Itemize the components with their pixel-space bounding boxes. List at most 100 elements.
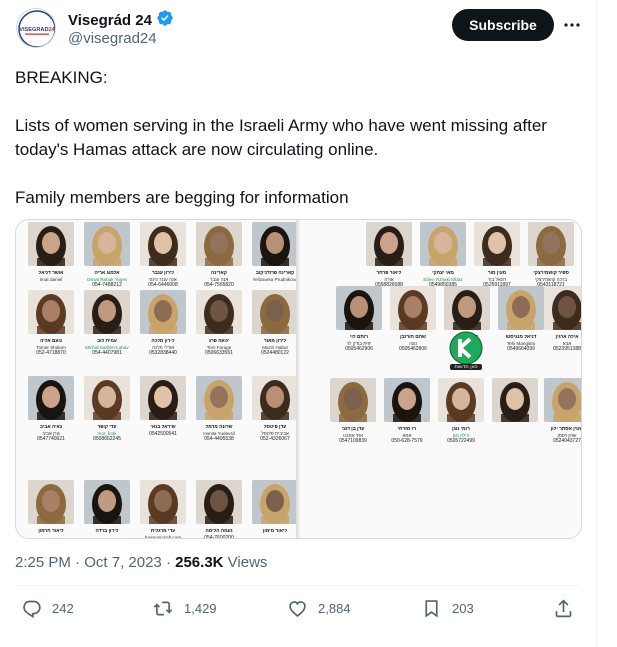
contact-phone: 054-7565820: [204, 282, 234, 288]
left-entry: ליאור מימון: [252, 480, 298, 535]
reply-icon: [23, 600, 41, 619]
share-icon: [555, 599, 572, 618]
watermark-logo: כאן חדשות: [448, 331, 484, 371]
portrait-photo: [420, 222, 466, 266]
left-entry: אושר דניאל rinat daniel: [28, 222, 74, 282]
contact-phone: 054-4495538: [204, 436, 234, 442]
left-entry: קארינה אנה ענבר 054-7565820: [196, 222, 242, 288]
tweet-image[interactable]: אושר דניאל rinat daniel אלמוג אריה Osnat Ra…: [15, 219, 582, 539]
contact-phone: 0505462806: [399, 346, 427, 352]
repost-icon: [153, 601, 173, 616]
person-name: ספיר קושמירצקי: [533, 271, 569, 276]
contact-phone: 0506633561: [205, 350, 233, 356]
right-entry: רותם לוי יפית בודק לוי 0505462906: [336, 286, 382, 352]
tweet-meta: 2:25 PM · Oct 7, 2023 · 256.3K Views: [15, 554, 268, 571]
contact-phone: 054-7488212: [92, 282, 122, 288]
contact-phone: 0523951388: [553, 346, 581, 352]
views-label: Views: [227, 554, 268, 571]
contact-phone: 0549664099: [507, 346, 535, 352]
portrait-photo: [330, 378, 376, 422]
portrait-photo: [438, 378, 484, 422]
portrait-photo: [336, 286, 382, 330]
contact-phone: 052-4718870: [36, 350, 66, 356]
right-entry: רומי נוגן הילה נוגן 0505722499: [438, 378, 484, 444]
tweet-line-lists: Lists of women serving in the Israeli Ar…: [15, 116, 547, 159]
contact-phone: 0547109839: [339, 438, 367, 444]
tweet-date[interactable]: Oct 7, 2023: [84, 554, 162, 571]
portrait-photo: [252, 376, 298, 420]
author-name-row[interactable]: Visegrád 24: [68, 9, 174, 31]
portrait-photo: [390, 286, 436, 330]
like-count: 2,884: [318, 601, 351, 616]
reply-button[interactable]: 242: [21, 598, 74, 619]
like-button[interactable]: 2,884: [287, 598, 351, 619]
contact-phone: 054-7600200: [204, 534, 234, 539]
portrait-photo: [444, 286, 490, 330]
portrait-photo: [196, 480, 242, 524]
contact-phone: 052-4326067: [260, 436, 290, 442]
missing-list-left-page: אושר דניאל rinat daniel אלמוג אריה Osnat Ra…: [16, 220, 298, 539]
person-name: ליאור מימון: [262, 529, 288, 534]
portrait-photo: [384, 378, 430, 422]
left-entry: עדי קופר mor_kobi 0508662245: [84, 376, 130, 442]
divider: [15, 585, 580, 586]
tweet-line-breaking: BREAKING:: [15, 68, 108, 87]
bookmark-button[interactable]: 203: [421, 598, 474, 619]
contact-phone: 0524480122: [261, 350, 289, 356]
left-entry: עדן פיטסל אביבית פיטסל 052-4326067: [252, 376, 298, 442]
contact-phone: 0505462906: [345, 346, 373, 352]
contact-phone: 0532838440: [149, 350, 177, 356]
portrait-photo: [528, 222, 574, 266]
visegrad-logo-icon: VISEGRAD24: [18, 10, 55, 47]
more-options-icon[interactable]: [561, 14, 583, 36]
left-entry: לירון מלכה אורלי מלכה 0532838440: [140, 290, 186, 356]
contact-name: harmonicsoft.corp: [144, 534, 182, 539]
left-entry: לירון ענבר אנה עננר ווינס 054-6446008: [140, 222, 186, 288]
bookmark-count: 203: [452, 601, 474, 616]
left-entry: עמית לוב Michal Karben-Lahav 054-4407981: [84, 290, 130, 356]
left-entry: קארינה פרודניקוב Yelizaveta Prudnikova: [252, 222, 298, 282]
contact-phone: 0508662245: [93, 436, 121, 442]
left-entry: אלמוג אריה Osnat Rahak Yogev 054-7488212: [84, 222, 130, 288]
portrait-photo: [544, 378, 581, 422]
repost-button[interactable]: 1,429: [152, 598, 217, 619]
author-name[interactable]: Visegrád 24: [68, 12, 152, 29]
avatar[interactable]: VISEGRAD24: [16, 8, 56, 48]
contact-phone: 0547740621: [37, 436, 65, 442]
views-count[interactable]: 256.3K: [175, 554, 223, 571]
svg-text:VISEGRAD24: VISEGRAD24: [19, 27, 55, 33]
verified-badge-icon: [156, 9, 174, 31]
right-entry: מאי יצחקי Eden Yizhaki Elbaz 0549850385: [420, 222, 466, 288]
tweet-text: BREAKING: Lists of women serving in the …: [15, 66, 575, 210]
contact-phone: 054-6446008: [148, 282, 178, 288]
portrait-photo: [474, 222, 520, 266]
portrait-photo: [28, 376, 74, 420]
heart-icon: [289, 601, 306, 618]
bookmark-icon: [425, 600, 438, 618]
reply-count: 242: [52, 601, 74, 616]
contact-phone: 0524043727: [553, 438, 581, 444]
author-handle[interactable]: @visegrad24: [68, 30, 157, 47]
share-button[interactable]: [553, 598, 584, 619]
repost-count: 1,429: [184, 601, 217, 616]
right-entry: ספיר קושמירצקי ברכה קושמירצקי 0543118721: [528, 222, 574, 288]
left-entry: לירון ברדה: [84, 480, 130, 535]
contact-phone: 054-4407981: [92, 350, 122, 356]
right-entry: דניאל מנגיסטו Tehi Mangisto 0549664099: [498, 286, 544, 352]
right-entry: [492, 378, 538, 427]
person-name: ליאור חרמון: [38, 529, 64, 534]
contact-phone: 0542500541: [149, 430, 177, 437]
left-entry: נועה פרג' Tom Farage 0506633561: [196, 290, 242, 356]
right-entry: אילה ארגין אבא 0523951388: [544, 286, 581, 352]
portrait-photo: [252, 290, 298, 334]
portrait-photo: [544, 286, 581, 330]
portrait-photo: [84, 290, 130, 334]
portrait-photo: [196, 376, 242, 420]
tweet-time[interactable]: 2:25 PM: [15, 554, 71, 571]
right-entry: מעין מור רונאל בור 0525911897: [474, 222, 520, 288]
portrait-photo: [140, 376, 186, 420]
person-name: קארינה פרודניקוב: [255, 271, 295, 276]
column-border: [596, 0, 597, 647]
subscribe-button[interactable]: Subscribe: [452, 9, 554, 41]
portrait-photo: [498, 286, 544, 330]
